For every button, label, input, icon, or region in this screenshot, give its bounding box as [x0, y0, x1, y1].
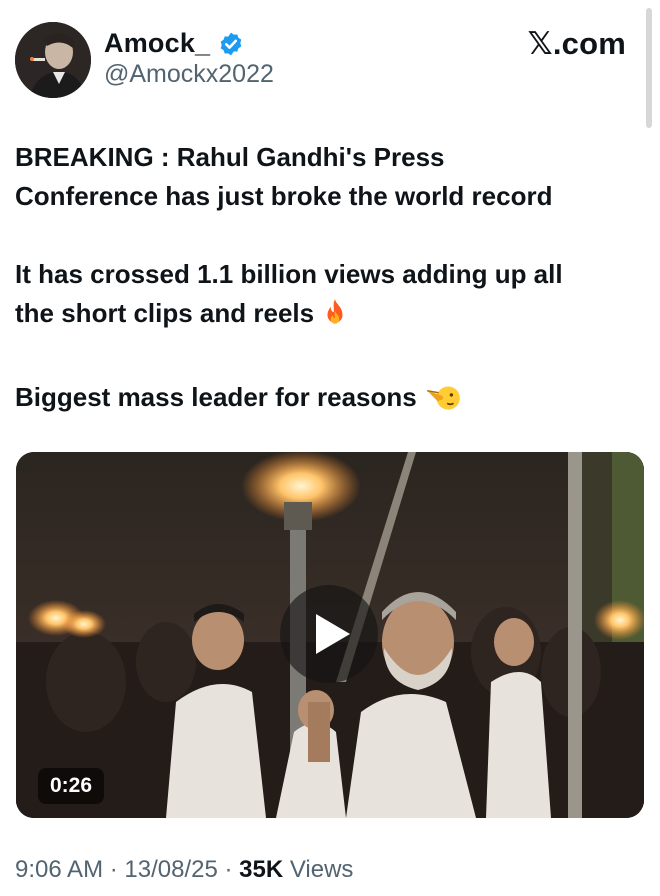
avatar[interactable]: [15, 22, 91, 98]
tweet-line: Biggest mass leader for reasons: [15, 382, 417, 412]
tweet-line: BREAKING : Rahul Gandhi's Press: [15, 142, 445, 172]
tweet-line-with-emoji: Biggest mass leader for reasons: [15, 378, 645, 423]
author-name[interactable]: Amock_: [104, 28, 210, 59]
brand-label: 𝕏.com: [527, 26, 626, 61]
tweet-line: the short clips and reels: [15, 298, 315, 328]
tweet-line: Conference has just broke the world reco…: [15, 181, 553, 211]
pointing-face-icon: [425, 382, 463, 423]
tweet-date[interactable]: 13/08/25: [124, 856, 217, 883]
tweet-text: BREAKING : Rahul Gandhi's Press Conferen…: [15, 138, 645, 423]
meta-separator: ·: [103, 856, 125, 883]
meta-separator: ·: [217, 856, 240, 883]
video-player[interactable]: 0:26: [16, 452, 644, 818]
play-icon: [316, 614, 350, 654]
video-duration-badge: 0:26: [38, 768, 105, 804]
tweet-meta: 9:06 AM · 13/08/25 · 35K Views: [15, 856, 353, 884]
tweet-line: It has crossed 1.1 billion views adding …: [15, 259, 563, 289]
views-label: Views: [283, 856, 354, 883]
views-count[interactable]: 35K: [239, 856, 283, 883]
author-handle[interactable]: @Amockx2022: [104, 60, 274, 89]
play-button[interactable]: [280, 585, 378, 683]
verified-badge-icon: [218, 31, 244, 57]
scrollbar[interactable]: [646, 8, 652, 128]
profile-photo-icon: [15, 22, 91, 98]
tweet-line-with-emoji: the short clips and reels: [15, 294, 645, 339]
fire-icon: [322, 298, 348, 339]
tweet-time[interactable]: 9:06 AM: [15, 856, 103, 883]
